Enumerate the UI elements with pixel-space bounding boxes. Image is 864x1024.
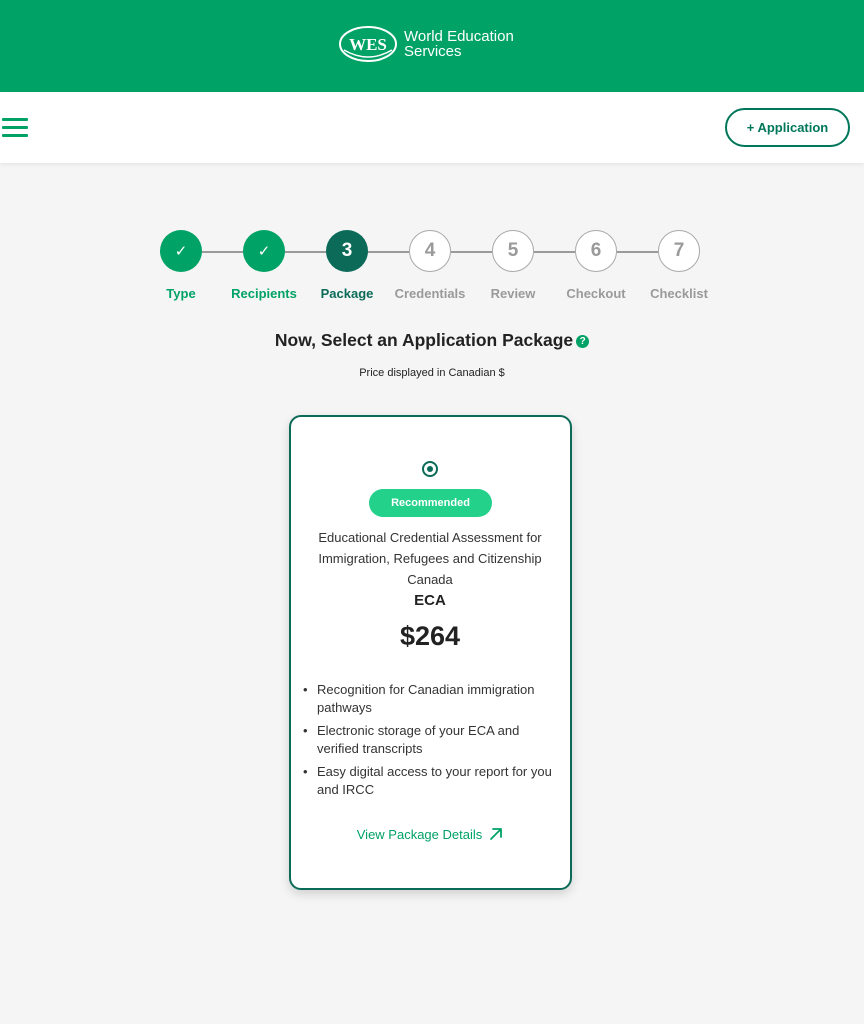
- progress-stepper: ✓ Type ✓ Recipients 3 Package 4 Credenti…: [0, 230, 864, 310]
- hamburger-menu-icon[interactable]: [2, 116, 28, 138]
- svg-text:WES: WES: [349, 35, 387, 54]
- step-label: Checklist: [650, 286, 708, 301]
- step-checklist: 7 Checklist: [629, 230, 729, 301]
- package-price: $264: [399, 621, 461, 651]
- feature-item: Easy digital access to your report for y…: [303, 763, 559, 799]
- package-card[interactable]: Recommended Educational Credential Asses…: [289, 415, 572, 890]
- feature-list: Recognition for Canadian immigration pat…: [303, 681, 559, 804]
- brand-line-2: Services: [404, 43, 462, 60]
- add-application-button[interactable]: + Application: [725, 108, 850, 147]
- package-description: Educational Credential Assessment for Im…: [318, 530, 542, 587]
- step-number: 3: [326, 230, 368, 272]
- feature-item: Electronic storage of your ECA and verif…: [303, 722, 559, 758]
- external-arrow-icon: [490, 828, 503, 840]
- wes-logo[interactable]: WES World Education Services: [338, 24, 514, 64]
- brand-line-1: World Education: [404, 28, 514, 45]
- feature-item: Recognition for Canadian immigration pat…: [303, 681, 559, 717]
- help-icon[interactable]: ?: [576, 335, 590, 348]
- top-banner: WES World Education Services: [0, 0, 864, 92]
- step-number: 7: [658, 230, 700, 272]
- view-package-details-link[interactable]: View Package Details: [291, 827, 569, 842]
- brand-name: World Education Services: [404, 29, 514, 59]
- package-name: ECA: [414, 592, 446, 609]
- package-radio[interactable]: [422, 461, 438, 477]
- page-title-row: Now, Select an Application Package?: [0, 330, 864, 351]
- step-number: 6: [575, 230, 617, 272]
- wes-logo-mark: WES: [339, 26, 397, 62]
- currency-note: Price displayed in Canadian $: [359, 367, 505, 379]
- page-title: Now, Select an Application Package: [274, 330, 574, 350]
- recommended-badge: Recommended: [369, 489, 492, 517]
- step-number: 4: [409, 230, 451, 272]
- check-icon: ✓: [243, 230, 285, 272]
- check-icon: ✓: [160, 230, 202, 272]
- details-link-label: View Package Details: [356, 827, 483, 842]
- nav-bar: + Application: [0, 92, 864, 163]
- step-number: 5: [492, 230, 534, 272]
